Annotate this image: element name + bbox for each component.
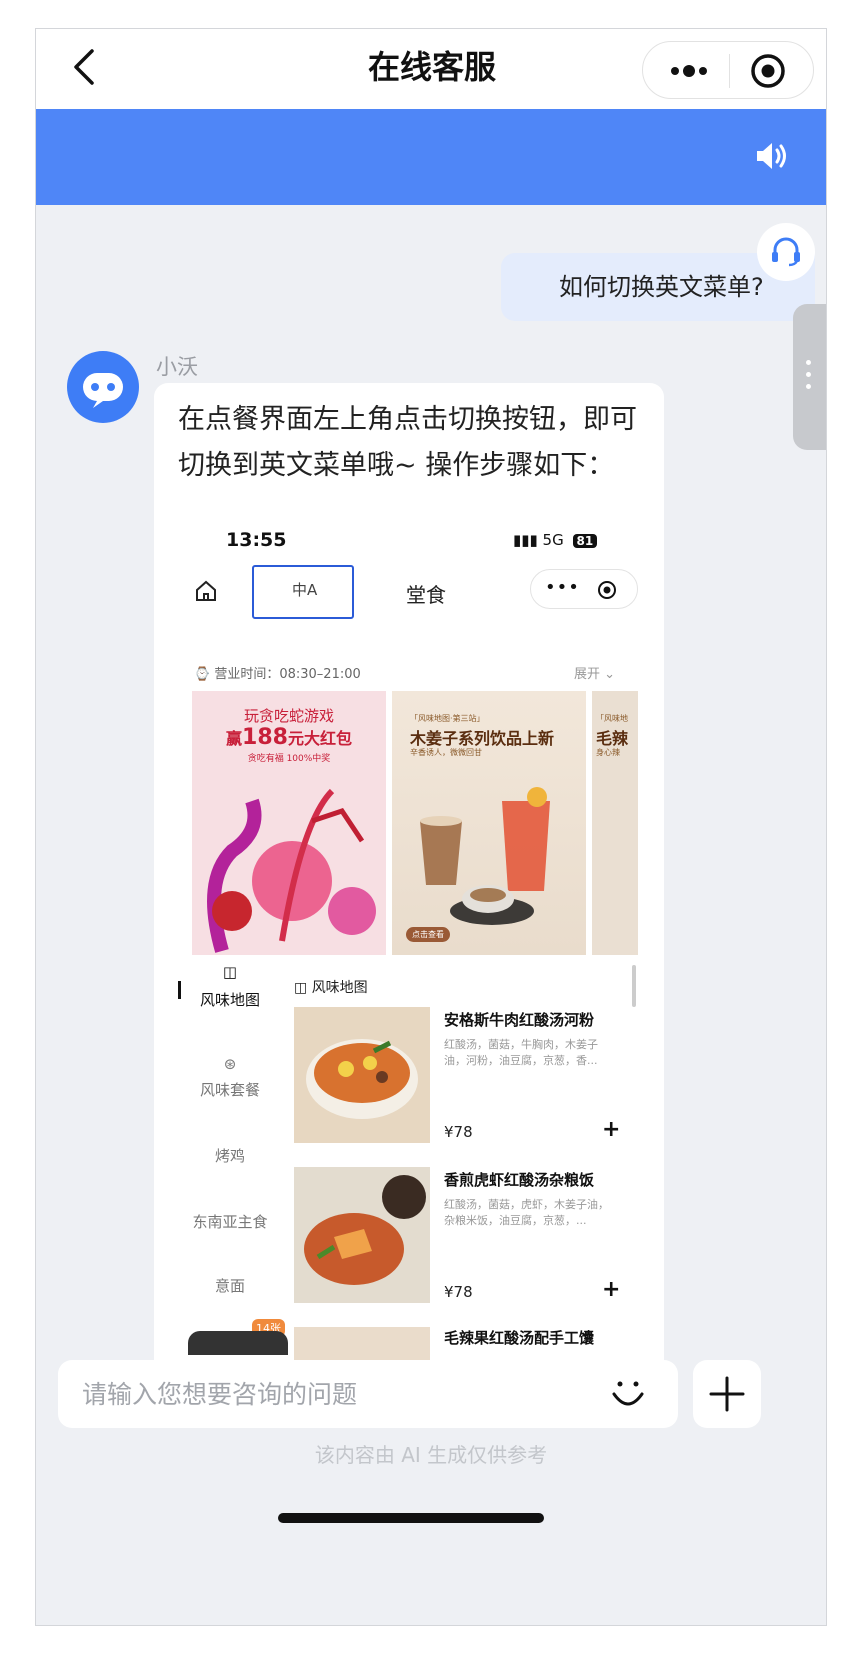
plus-icon[interactable] (693, 1360, 761, 1428)
banner-line: 玩贪吃蛇游戏 (243, 707, 334, 725)
banner-sub: 辛香诱人，微微回甘 (410, 748, 482, 757)
home-indicator (278, 1513, 544, 1523)
banner-title: 木姜子系列饮品上新 (410, 729, 555, 748)
category-item-sea-staple[interactable]: 东南亚主食 (178, 1211, 282, 1232)
dish-name: 香煎虎虾红酸汤杂粮饭 (444, 1171, 595, 1189)
ai-disclaimer: 该内容由 AI 生成仅供参考 (314, 1443, 548, 1467)
bot-name: 小沃 (156, 355, 198, 379)
snake-illustration (207, 788, 376, 953)
banner-tag: 「风味地图·第三站」 (410, 714, 485, 723)
expand-link[interactable]: 展开 ⌄ (574, 663, 615, 682)
dine-in-label: 堂食 (406, 583, 446, 607)
hours-label: 营业时间： (214, 667, 280, 682)
bot-message-bubble: 在点餐界面左上角点击切换按钮，即可切换到英文菜单哦~ 操作步骤如下： 13:55… (154, 383, 664, 1383)
bot-avatar (67, 351, 139, 423)
category-item-pasta[interactable]: 意面 (178, 1275, 282, 1296)
category-item-flavor-map[interactable]: 风味地图 (178, 989, 282, 1010)
dish-price: ¥78 (444, 1123, 473, 1141)
bot-message-text: 在点餐界面左上角点击切换按钮，即可切换到英文菜单哦~ 操作步骤如下： (178, 404, 637, 481)
business-hours: ⌚ 营业时间：08:30–21:00 (194, 663, 361, 682)
badge-icon: ⊛ (223, 1055, 237, 1073)
dish-image[interactable] (294, 1167, 430, 1303)
banner-snake-game[interactable]: 玩贪吃蛇游戏 赢188元大红包 贪吃有福 100%中奖 (192, 691, 386, 955)
headset-icon[interactable] (757, 223, 815, 281)
banner-tag: 「风味地 (596, 714, 628, 723)
message-input-bar (58, 1360, 678, 1428)
home-icon[interactable] (194, 579, 218, 603)
smiley-icon[interactable] (608, 1374, 648, 1414)
banner-sub: 身心辣 (596, 748, 620, 757)
target-circle-icon[interactable] (749, 52, 787, 90)
category-item-roast-chicken[interactable]: 烤鸡 (178, 1145, 282, 1166)
header-band (36, 109, 826, 205)
menu-screenshot: 13:55 ▮▮▮ 5G 81 中A 堂食 ••• ⌚ 营业时间：08:30–2… (178, 511, 638, 1383)
map-icon: ◫ (222, 963, 238, 981)
dish-desc: 红酸汤，菌菇，虎虾，木姜子油，杂粮米饭，油豆腐，京葱，... (444, 1198, 609, 1227)
banner-new-drinks[interactable]: 「风味地图·第三站」 木姜子系列饮品上新 辛香诱人，微微回甘 点击查看 (392, 691, 586, 955)
language-switch-button[interactable]: 中A (252, 565, 354, 619)
dish-image[interactable] (294, 1007, 430, 1143)
target-circle-icon[interactable] (597, 580, 617, 600)
ellipsis-icon[interactable]: ••• (545, 577, 580, 598)
hours-value: 08:30–21:00 (279, 667, 361, 682)
add-to-cart-button[interactable]: + (602, 1277, 620, 1302)
network-label: 5G (542, 531, 564, 549)
mini-program-capsule (642, 41, 814, 99)
signal-icon: ▮▮▮ (513, 531, 538, 549)
category-item-combo[interactable]: 风味套餐 (178, 1079, 282, 1100)
section-title: ◫ 风味地图 (294, 980, 368, 996)
ellipsis-icon[interactable] (661, 56, 717, 86)
battery-badge: 81 (572, 534, 598, 548)
banner-title: 毛辣 (596, 729, 629, 748)
expand-label: 展开 (574, 667, 601, 682)
banner-partial[interactable]: 「风味地 毛辣 身心辣 (592, 691, 638, 955)
banner-view-button[interactable]: 点击查看 (406, 927, 450, 942)
top-nav: 在线客服 (36, 29, 826, 109)
map-icon: ◫ (294, 980, 312, 996)
dish-name: 安格斯牛肉红酸汤河粉 (444, 1011, 595, 1029)
dish-name: 毛辣果红酸汤配手工馕 (444, 1329, 595, 1347)
speaker-icon[interactable] (754, 139, 790, 173)
add-to-cart-button[interactable]: + (602, 1117, 620, 1142)
drinks-illustration (420, 787, 550, 925)
translate-icon: 中A (292, 581, 318, 599)
banner-headline: 赢188元大红包 (226, 725, 352, 750)
capsule-divider (729, 54, 730, 88)
dish-price: ¥78 (444, 1283, 473, 1301)
side-drawer-handle[interactable] (793, 304, 826, 450)
screenshot-capsule: ••• (530, 569, 638, 609)
scrollbar[interactable] (632, 965, 636, 1007)
dish-desc: 红酸汤，菌菇，牛胸肉，木姜子油，河粉，油豆腐，京葱，香... (444, 1038, 598, 1067)
chevron-down-icon: ⌄ (604, 667, 616, 682)
floating-tab[interactable] (188, 1331, 288, 1355)
message-input[interactable] (82, 1372, 602, 1416)
status-bar: ▮▮▮ 5G 81 (513, 531, 598, 549)
store-clock-icon: ⌚ (194, 667, 211, 682)
status-time: 13:55 (226, 529, 287, 551)
app-frame: 在线客服 如何切换英文菜单? 小沃 在点餐界面左上角点击切换按钮，即可切换到英文… (35, 28, 827, 1626)
